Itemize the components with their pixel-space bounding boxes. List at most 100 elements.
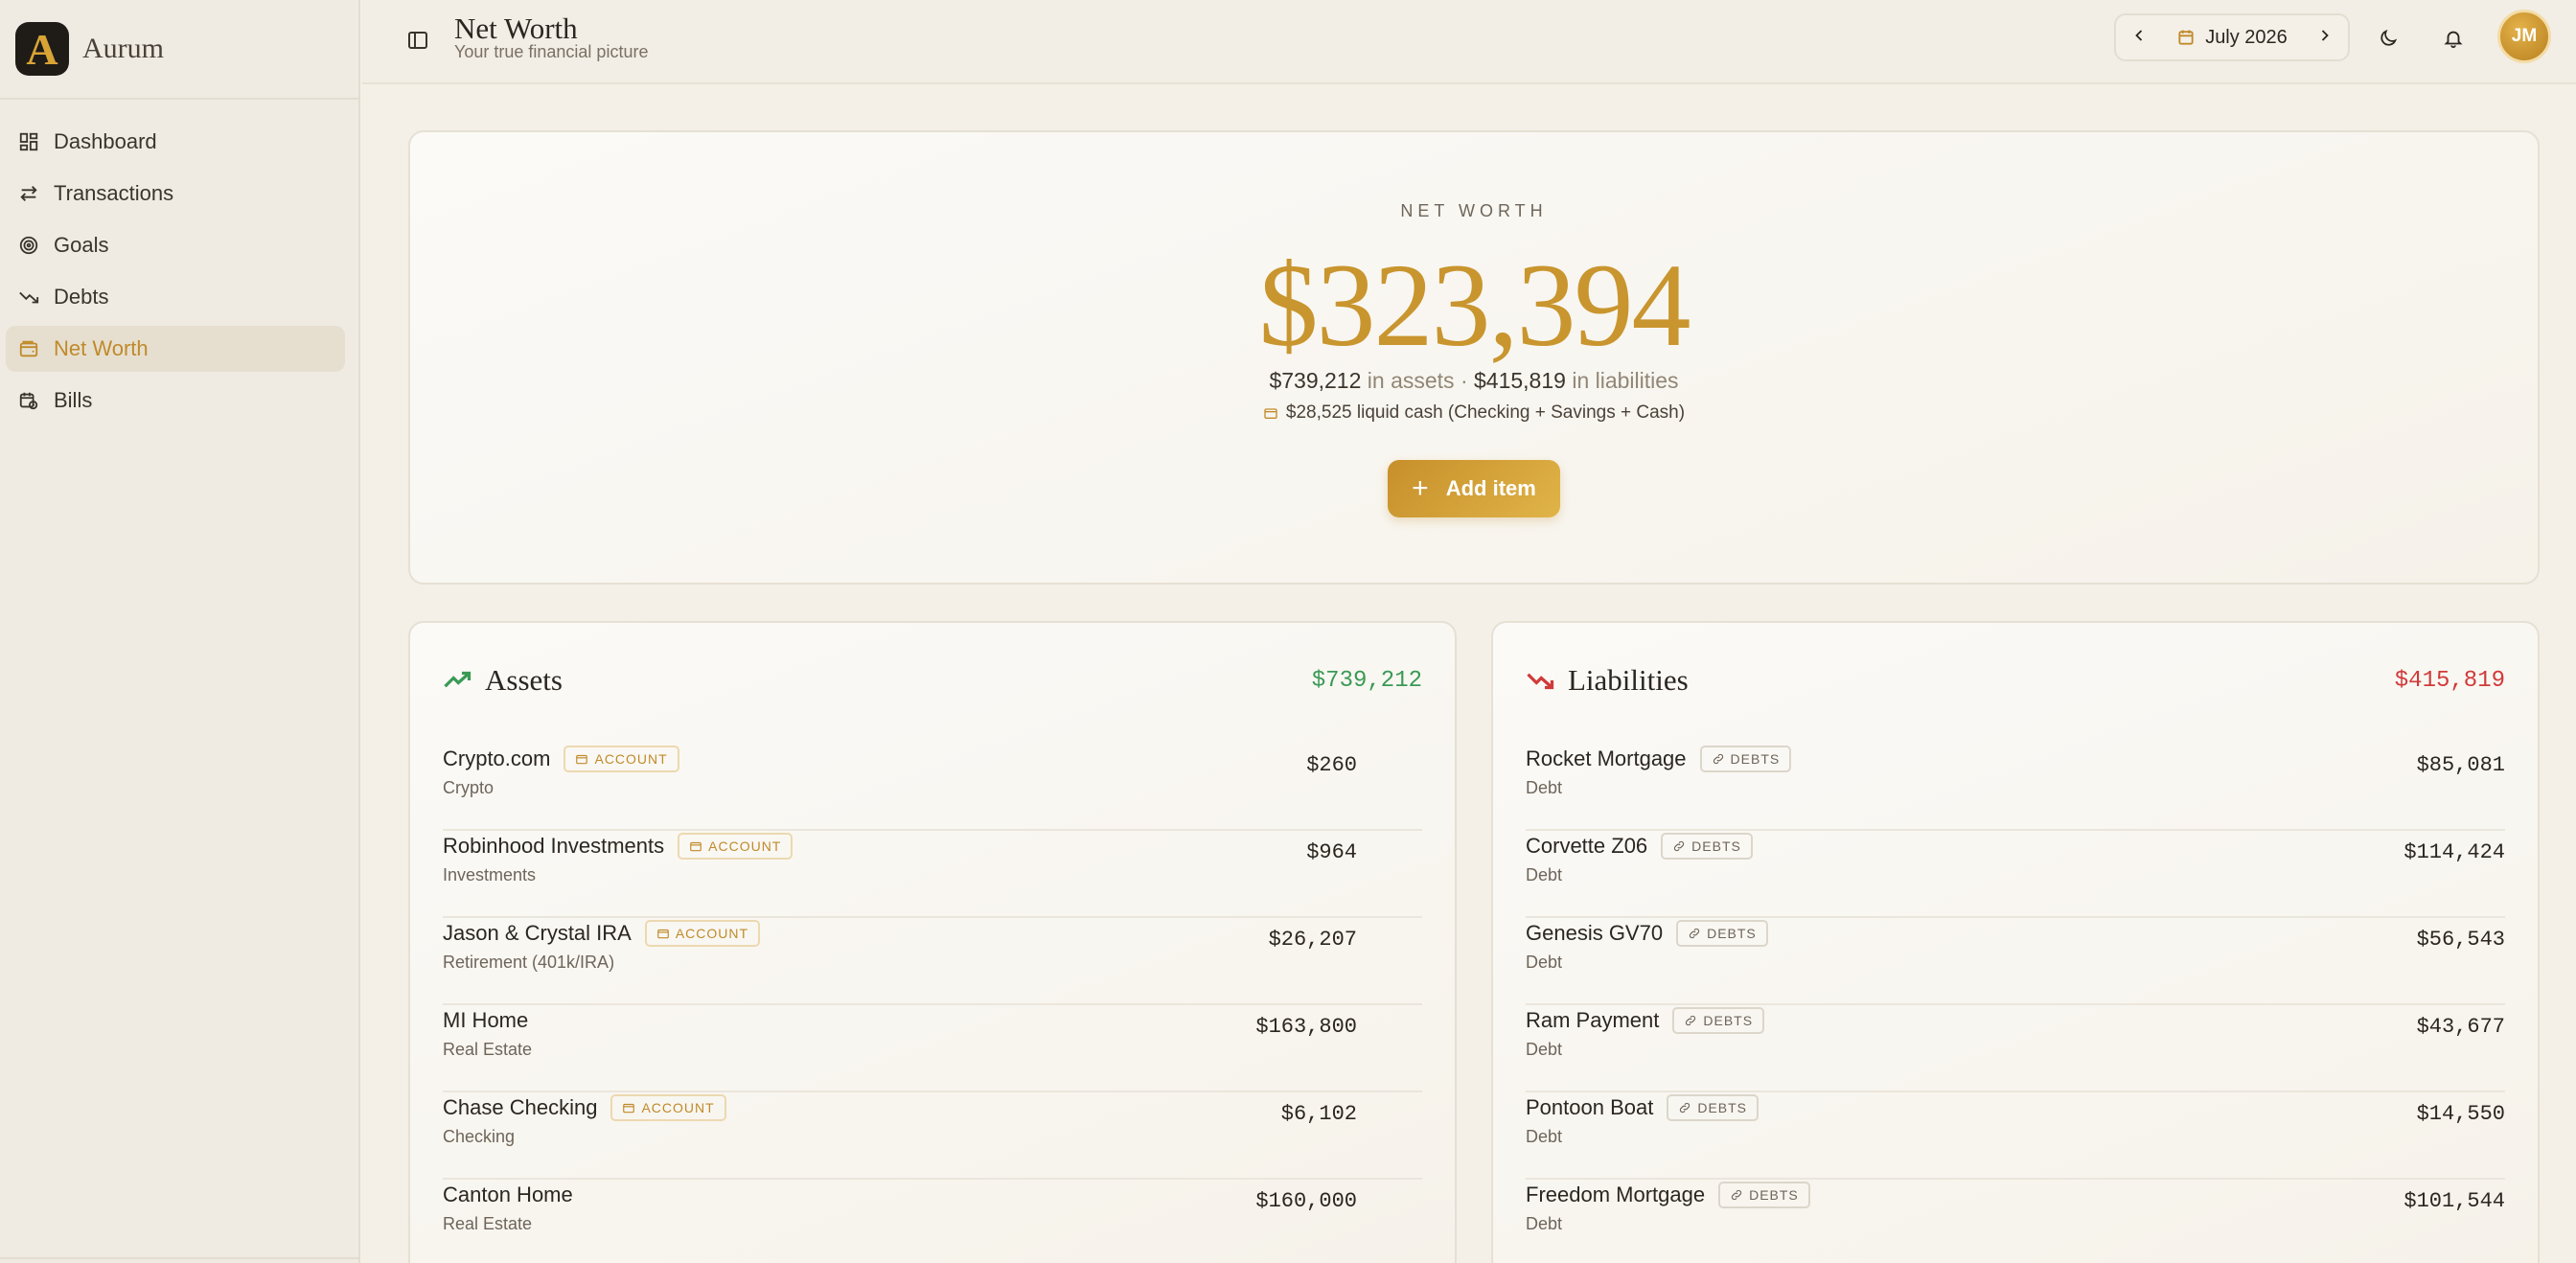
liabilities-text: in liabilities (1572, 368, 1679, 393)
sidebar-item-net-worth[interactable]: Net Worth (6, 326, 345, 372)
badge-label: DEBTS (1691, 838, 1741, 854)
sidebar-item-label: Debts (54, 285, 109, 309)
badge-label: DEBTS (1730, 751, 1781, 767)
list-item[interactable]: Ram Payment DEBTS Debt $43,677 (1526, 1005, 2505, 1092)
assets-title: Assets (443, 663, 563, 698)
panel-left-icon (408, 32, 427, 49)
sidebar-item-bills[interactable]: Bills (6, 378, 345, 424)
arrows-swap-icon (17, 182, 40, 205)
badge-label: DEBTS (1707, 926, 1757, 941)
item-value: $85,081 (2416, 753, 2505, 777)
link-icon (1680, 1102, 1690, 1114)
next-month-button[interactable] (2315, 26, 2334, 50)
assets-list: Crypto.com ACCOUNT Crypto $260 Robinhood Inv… (443, 744, 1422, 1263)
assets-header: Assets $739,212 (443, 661, 1422, 700)
list-item[interactable]: MI Home Real Estate $163,800 (443, 1005, 1422, 1092)
badge-label: DEBTS (1749, 1187, 1799, 1203)
liabilities-header: Liabilities $415,819 (1526, 661, 2505, 700)
list-item[interactable]: Rocket Mortgage DEBTS Debt $85,081 (1526, 744, 2505, 831)
item-value: $163,800 (1255, 1015, 1357, 1039)
item-category: Debt (1526, 1040, 1563, 1059)
net-worth-label: NET WORTH (1400, 201, 1548, 220)
target-icon (17, 234, 40, 257)
item-value: $56,543 (2416, 928, 2505, 952)
sidebar-toggle-button[interactable] (401, 23, 435, 57)
month-selector: July 2026 (2114, 13, 2350, 61)
month-picker[interactable]: July 2026 (2176, 27, 2288, 49)
list-item[interactable]: Freedom Mortgage DEBTS Debt $101,544 (1526, 1180, 2505, 1263)
debts-badge: DEBTS (1667, 1094, 1760, 1121)
wallet-icon (1264, 408, 1277, 419)
brand[interactable]: A Aurum (0, 0, 358, 100)
sidebar-nav: Dashboard Transactions Goals Debts Net W… (0, 100, 358, 424)
assets-panel: Assets $739,212 Crypto.com ACCOUNT Crypto $… (408, 621, 1457, 1263)
add-item-button[interactable]: + Add item (1388, 460, 1560, 517)
sidebar-divider (0, 1257, 358, 1259)
wallet-icon (623, 1103, 635, 1114)
sidebar-item-dashboard[interactable]: Dashboard (6, 119, 345, 165)
list-item[interactable]: Corvette Z06 DEBTS Debt $114,424 (1526, 831, 2505, 918)
sidebar-item-label: Transactions (54, 181, 174, 205)
item-category: Crypto (443, 778, 494, 797)
item-name-line: Freedom Mortgage DEBTS (1526, 1180, 1810, 1210)
item-category: Investments (443, 865, 537, 884)
item-name: Pontoon Boat (1526, 1095, 1654, 1119)
sidebar-item-label: Dashboard (54, 129, 157, 153)
account-badge: ACCOUNT (644, 920, 761, 947)
item-name: Rocket Mortgage (1526, 746, 1687, 770)
debts-badge: DEBTS (1676, 920, 1768, 947)
prev-month-button[interactable] (2129, 26, 2149, 50)
badge-label: ACCOUNT (675, 926, 749, 941)
avatar[interactable]: JM (2497, 10, 2551, 63)
item-name-line: Pontoon Boat DEBTS (1526, 1092, 1760, 1123)
debts-badge: DEBTS (1699, 746, 1792, 772)
notifications-button[interactable] (2436, 21, 2471, 56)
item-category: Checking (443, 1127, 516, 1146)
sidebar: A Aurum Dashboard Transactions Goals Deb… (0, 0, 360, 1263)
liabilities-total: $415,819 (2394, 667, 2505, 694)
list-item[interactable]: Chase Checking ACCOUNT Checking $6,102 (443, 1092, 1422, 1180)
list-item[interactable]: Jason & Crystal IRA ACCOUNT Retirement (40… (443, 918, 1422, 1005)
theme-toggle-button[interactable] (2371, 21, 2405, 56)
calendar-clock-icon (17, 389, 40, 412)
item-name-line: Ram Payment DEBTS (1526, 1005, 1765, 1036)
item-category: Debt (1526, 778, 1563, 797)
list-item[interactable]: Canton Home Real Estate $160,000 (443, 1180, 1422, 1263)
badge-label: ACCOUNT (594, 751, 668, 767)
item-value: $43,677 (2416, 1015, 2505, 1039)
badge-label: DEBTS (1703, 1013, 1754, 1028)
assets-amount: $739,212 (1269, 368, 1362, 393)
sidebar-item-debts[interactable]: Debts (6, 274, 345, 320)
item-name: Chase Checking (443, 1095, 598, 1119)
sidebar-item-goals[interactable]: Goals (6, 222, 345, 268)
item-value: $260 (1306, 753, 1357, 777)
list-item[interactable]: Crypto.com ACCOUNT Crypto $260 (443, 744, 1422, 831)
sidebar-item-transactions[interactable]: Transactions (6, 171, 345, 217)
net-worth-summary-card: NET WORTH $323,394 $739,212 in assets · … (408, 130, 2540, 585)
chevron-right-icon (2321, 29, 2329, 41)
item-name: Corvette Z06 (1526, 834, 1648, 858)
item-name: Robinhood Investments (443, 834, 665, 858)
item-name: Freedom Mortgage (1526, 1183, 1706, 1206)
sidebar-item-label: Bills (54, 388, 93, 412)
trending-up-icon (444, 671, 472, 688)
list-item[interactable]: Pontoon Boat DEBTS Debt $14,550 (1526, 1092, 2505, 1180)
list-item[interactable]: Genesis GV70 DEBTS Debt $56,543 (1526, 918, 2505, 1005)
badge-label: ACCOUNT (708, 838, 782, 854)
sidebar-item-label: Net Worth (54, 336, 149, 360)
trending-down-icon (17, 286, 40, 309)
wallet-icon (657, 929, 669, 939)
liabilities-title: Liabilities (1526, 663, 1689, 698)
item-value: $160,000 (1255, 1189, 1357, 1213)
list-item[interactable]: Robinhood Investments ACCOUNT Investments $… (443, 831, 1422, 918)
sidebar-item-label: Goals (54, 233, 109, 257)
bell-icon (2444, 31, 2463, 49)
item-value: $101,544 (2404, 1189, 2505, 1213)
month-label: July 2026 (2205, 26, 2288, 48)
account-badge: ACCOUNT (564, 746, 679, 772)
item-category: Real Estate (443, 1040, 533, 1059)
item-category: Debt (1526, 865, 1563, 884)
link-icon (1689, 928, 1700, 939)
account-badge: ACCOUNT (678, 833, 794, 860)
wallet-icon (17, 337, 40, 360)
